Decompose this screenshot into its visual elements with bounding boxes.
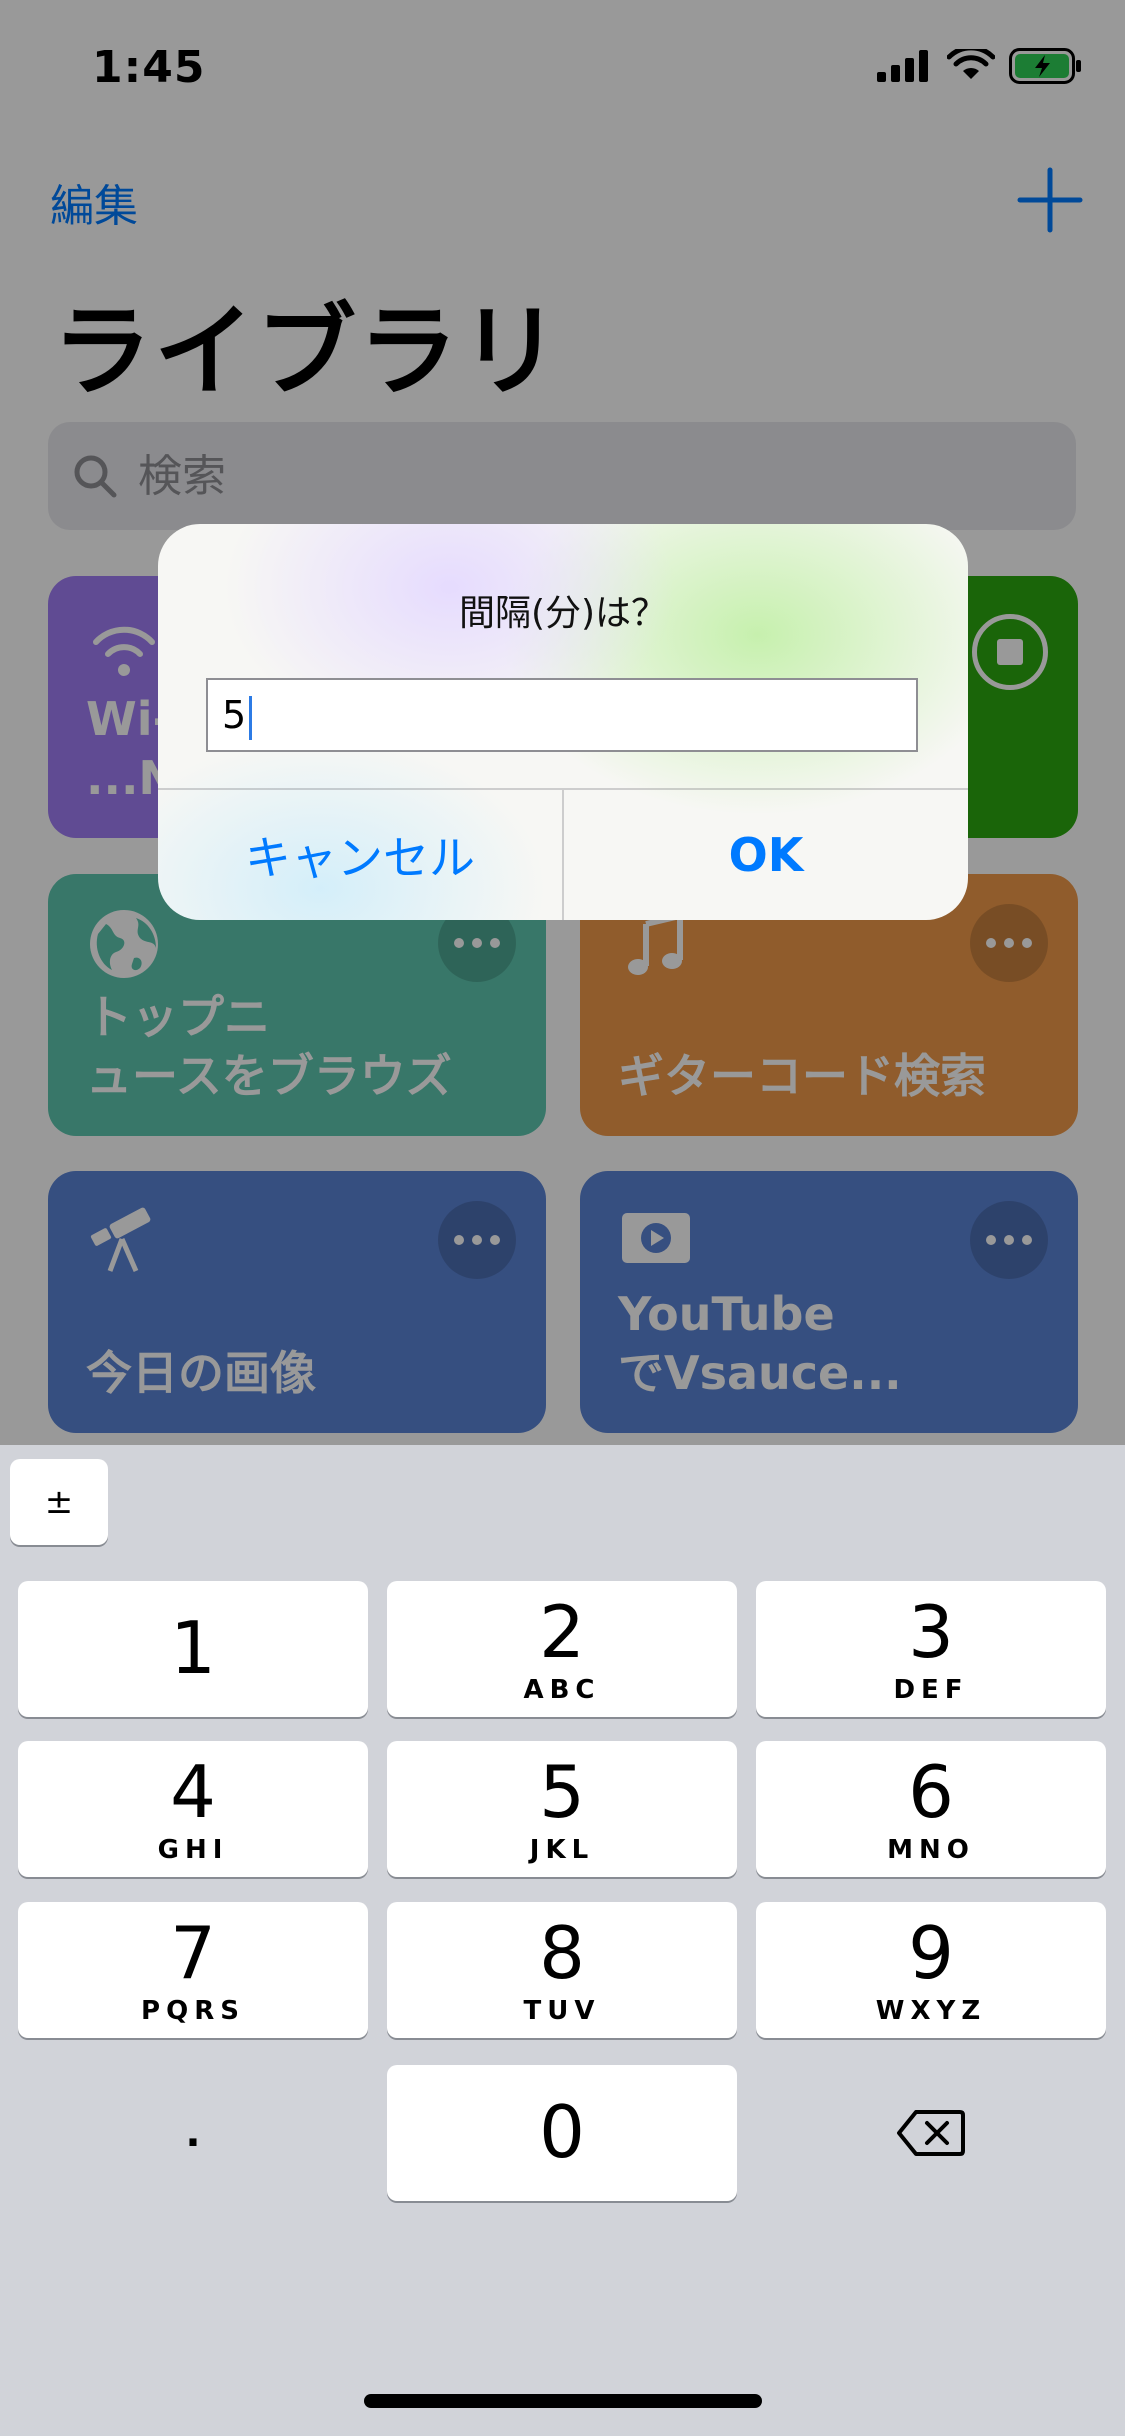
text-cursor bbox=[249, 695, 253, 740]
interval-input[interactable]: 5 bbox=[206, 678, 918, 752]
key-digit: 6 bbox=[908, 1750, 954, 1834]
key-digit: 0 bbox=[539, 2090, 585, 2174]
key-letters: JKL bbox=[529, 1835, 595, 1865]
key-letters: GHI bbox=[157, 1835, 229, 1865]
alert-title: 間隔(分)は？ bbox=[458, 593, 668, 634]
cancel-button[interactable]: キャンセル bbox=[158, 790, 562, 920]
interval-alert-dialog: 間隔(分)は？ 5 キャンセル OK bbox=[158, 524, 968, 920]
key-9[interactable]: 9 WXYZ bbox=[756, 1902, 1106, 2038]
ok-button[interactable]: OK bbox=[564, 790, 968, 920]
key-letters: PQRS bbox=[141, 1996, 245, 2026]
key-digit: 3 bbox=[908, 1590, 954, 1674]
key-0[interactable]: 0 bbox=[387, 2065, 737, 2201]
key-digit: 8 bbox=[539, 1911, 585, 1995]
key-digit: 9 bbox=[908, 1911, 954, 1995]
key-digit: 2 bbox=[539, 1590, 585, 1674]
key-letters: ABC bbox=[523, 1675, 601, 1705]
key-5[interactable]: 5 JKL bbox=[387, 1741, 737, 1877]
delete-key[interactable] bbox=[756, 2065, 1106, 2201]
input-value: 5 bbox=[222, 693, 247, 737]
key-letters: DEF bbox=[893, 1675, 969, 1705]
key-2[interactable]: 2 ABC bbox=[387, 1581, 737, 1717]
number-pad-keyboard: ± 1 2 ABC 3 DEF 4 GHI 5 JKL 6 MNO 7 PQRS bbox=[0, 1445, 1125, 2436]
backspace-icon bbox=[897, 2110, 965, 2156]
key-digit: 5 bbox=[539, 1750, 585, 1834]
key-1[interactable]: 1 bbox=[18, 1581, 368, 1717]
key-letters: TUV bbox=[523, 1996, 601, 2026]
key-letters: WXYZ bbox=[875, 1996, 987, 2026]
key-4[interactable]: 4 GHI bbox=[18, 1741, 368, 1877]
decimal-key-label: . bbox=[185, 2110, 201, 2156]
key-letters: MNO bbox=[887, 1835, 975, 1865]
key-7[interactable]: 7 PQRS bbox=[18, 1902, 368, 2038]
home-indicator[interactable] bbox=[364, 2394, 762, 2408]
key-digit: 1 bbox=[170, 1606, 216, 1690]
screen: 1:45 編集 ライブラリ 検索 Wi- ...N トップニ ュースをブラウズ … bbox=[0, 0, 1125, 2436]
key-8[interactable]: 8 TUV bbox=[387, 1902, 737, 2038]
key-digit: 4 bbox=[170, 1750, 216, 1834]
key-3[interactable]: 3 DEF bbox=[756, 1581, 1106, 1717]
key-digit: 7 bbox=[170, 1911, 216, 1995]
decimal-key[interactable]: . bbox=[18, 2065, 368, 2201]
key-6[interactable]: 6 MNO bbox=[756, 1741, 1106, 1877]
plus-minus-key[interactable]: ± bbox=[10, 1459, 108, 1545]
